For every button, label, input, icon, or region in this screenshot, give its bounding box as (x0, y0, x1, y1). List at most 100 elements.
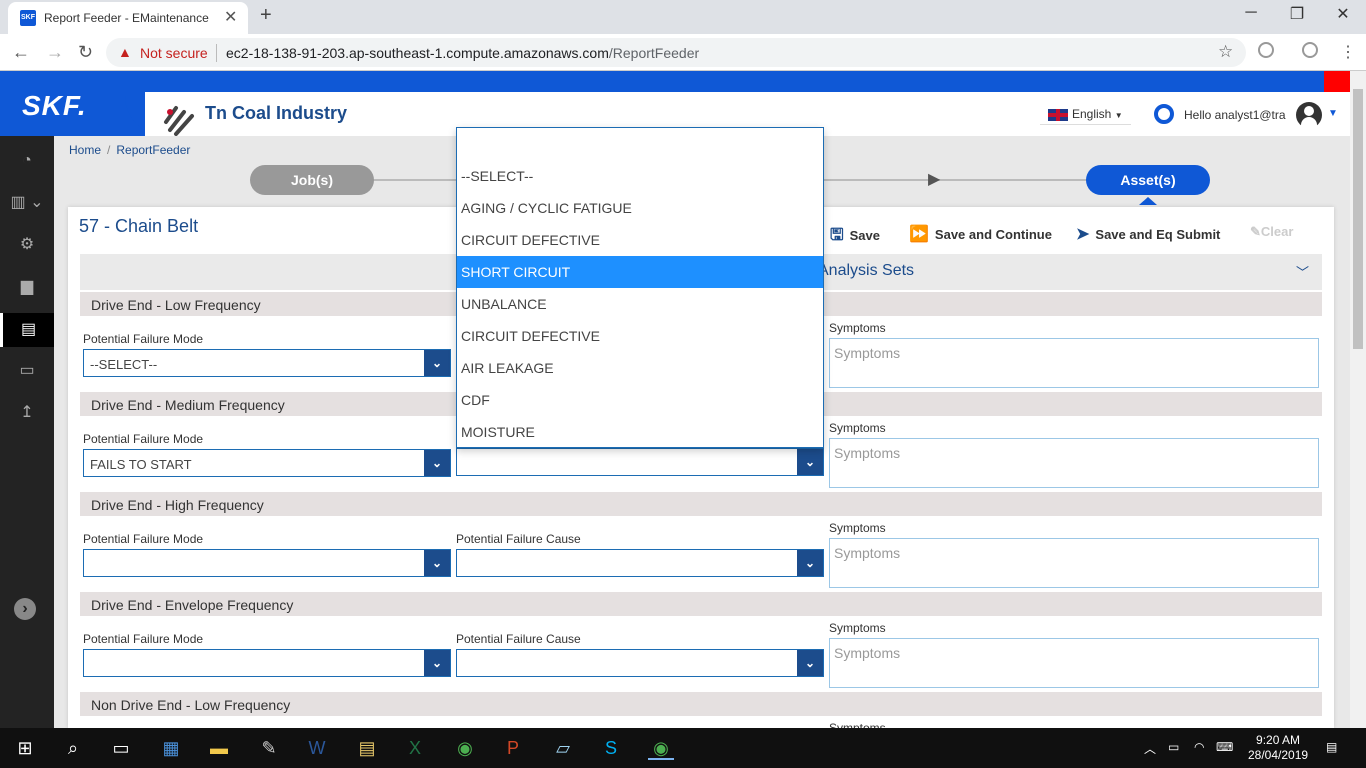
tray-chevron-icon[interactable]: ︿ (1144, 740, 1156, 757)
clear-button[interactable]: ✎Clear (1250, 224, 1293, 240)
failure-cause-select[interactable]: ⌄ (456, 549, 824, 577)
reload-icon[interactable]: ↻ (78, 42, 93, 63)
file-explorer-icon[interactable]: ▬ (206, 736, 232, 760)
monitor-icon[interactable]: ▭ (0, 354, 54, 388)
symptoms-field[interactable]: Symptoms (829, 538, 1319, 588)
chevron-down-icon: ⌄ (424, 550, 450, 576)
new-tab-icon[interactable]: + (260, 4, 272, 27)
save-submit-button[interactable]: ➤ Save and Eq Submit (1076, 224, 1220, 244)
keyboard-icon[interactable]: ⌨ (1216, 740, 1233, 754)
dropdown-option-highlighted[interactable]: SHORT CIRCUIT (457, 256, 823, 288)
section-header: Drive End - Envelope Frequency (80, 592, 1322, 616)
chrome-active-icon[interactable]: ◉ (648, 736, 674, 760)
task-view-icon[interactable]: ▭ (108, 736, 134, 760)
failure-mode-select[interactable]: ⌄ (83, 549, 451, 577)
dropdown-option[interactable]: UNBALANCE (457, 288, 823, 320)
wifi-icon[interactable]: ◠ (1194, 740, 1204, 754)
symptoms-field[interactable]: Symptoms (829, 338, 1319, 388)
taskbar-clock[interactable]: 9:20 AM 28/04/2019 (1248, 733, 1308, 763)
chevron-down-icon[interactable]: ﹀ (1296, 262, 1309, 281)
chrome-icon[interactable]: ◉ (452, 736, 478, 760)
dropdown-option[interactable]: AIR LEAKAGE (457, 352, 823, 384)
failure-mode-select[interactable]: FAILS TO START ⌄ (83, 449, 451, 477)
excel-icon[interactable]: X (402, 736, 428, 760)
symptoms-field[interactable]: Symptoms (829, 438, 1319, 488)
dropdown-option[interactable]: CIRCUIT DEFECTIVE (457, 320, 823, 352)
back-icon[interactable]: ← (12, 42, 30, 63)
chevron-down-icon: ⌄ (424, 650, 450, 676)
settings-cogs-icon[interactable]: ⚙ (0, 228, 54, 262)
dropdown-option[interactable]: AGING / CYCLIC FATIGUE (457, 192, 823, 224)
powerpoint-icon[interactable]: P (500, 736, 526, 760)
word-icon[interactable]: W (304, 736, 330, 760)
extension-icon[interactable] (1258, 42, 1274, 58)
bookmark-star-icon[interactable]: ☆ (1218, 42, 1233, 62)
symptoms-label: Symptoms (829, 721, 886, 728)
omnibox[interactable]: ▲ Not secure ec2-18-138-91-203.ap-southe… (106, 38, 1246, 67)
not-secure-label[interactable]: Not secure (140, 45, 208, 61)
step-jobs[interactable]: Job(s) (250, 165, 374, 195)
notifications-icon[interactable]: ▤ (1326, 740, 1337, 754)
forward-icon[interactable]: → (46, 42, 64, 63)
chevron-down-icon: ⌄ (424, 450, 450, 476)
dropdown-option[interactable]: --SELECT-- (457, 160, 823, 192)
network-app-icon[interactable]: ▦ (158, 736, 184, 760)
menu-kebab-icon[interactable]: ⋮ (1340, 42, 1356, 62)
search-icon[interactable]: ⌕ (60, 736, 86, 760)
save-submit-label: Save and Eq Submit (1095, 227, 1221, 242)
url-text[interactable]: ec2-18-138-91-203.ap-southeast-1.compute… (226, 45, 699, 61)
fast-forward-icon: ⏩ (909, 226, 929, 243)
step-pointer-icon (1139, 197, 1157, 205)
uk-flag-icon (1048, 108, 1068, 121)
dropdown-option[interactable]: MOISTURE (457, 416, 823, 448)
section-header: Drive End - High Frequency (80, 492, 1322, 516)
report-document-icon[interactable]: ▤ (0, 313, 54, 347)
maximize-icon[interactable]: ❐ (1282, 4, 1312, 24)
failure-mode-label: Potential Failure Mode (83, 532, 204, 546)
skype-icon[interactable]: S (598, 736, 624, 760)
profile-icon[interactable] (1302, 42, 1318, 58)
symptoms-field[interactable]: Symptoms (829, 638, 1319, 688)
user-menu-caret-icon[interactable]: ▼ (1328, 108, 1338, 119)
scrollbar-thumb[interactable] (1353, 89, 1363, 349)
breadcrumb-home[interactable]: Home (69, 143, 101, 157)
upload-icon[interactable]: ↥ (0, 396, 54, 430)
battery-icon[interactable]: ▭ (1168, 740, 1179, 754)
windows-start-icon[interactable]: ⊞ (12, 736, 38, 760)
breadcrumb-current[interactable]: ReportFeeder (116, 143, 190, 157)
user-avatar-icon[interactable] (1296, 102, 1322, 128)
chevron-down-icon: ⌄ (797, 550, 823, 576)
failure-mode-label: Potential Failure Mode (83, 332, 204, 346)
page-scrollbar[interactable] (1350, 71, 1366, 728)
save-button[interactable]: 🖫 Save (830, 224, 880, 251)
map-icon[interactable]: ▥ ⌄ (0, 186, 54, 220)
dashboard-icon[interactable]: ◔ (0, 144, 54, 178)
help-lifebuoy-icon[interactable] (1154, 104, 1174, 124)
dropdown-option[interactable]: CIRCUIT DEFECTIVE (457, 224, 823, 256)
failure-mode-select[interactable]: --SELECT-- ⌄ (83, 349, 451, 377)
failure-cause-dropdown-list: --SELECT-- AGING / CYCLIC FATIGUE CIRCUI… (456, 127, 824, 448)
save-continue-button[interactable]: ⏩ Save and Continue (909, 224, 1052, 244)
language-selector[interactable]: English ▼ (1040, 104, 1131, 125)
step-assets[interactable]: Asset(s) (1086, 165, 1210, 195)
symptoms-label: Symptoms (829, 521, 886, 535)
close-window-icon[interactable]: ✕ (1328, 4, 1358, 24)
symptoms-label: Symptoms (829, 321, 886, 335)
browser-tab[interactable]: SKF Report Feeder - EMaintenance ✕ (8, 2, 248, 34)
url-host: ec2-18-138-91-203.ap-southeast-1.compute… (226, 45, 609, 61)
dropdown-option[interactable]: CDF (457, 384, 823, 416)
failure-mode-select[interactable]: ⌄ (83, 649, 451, 677)
failure-cause-select[interactable]: ⌄ (456, 649, 824, 677)
paint-icon[interactable]: ✎ (256, 736, 282, 760)
skf-logo[interactable]: SKF. (22, 90, 87, 122)
document-app-icon[interactable]: ▱ (550, 736, 576, 760)
notepad-icon[interactable]: ▤ (354, 736, 380, 760)
failure-cause-select-open[interactable]: ⌄ (456, 448, 824, 476)
minimize-icon[interactable]: ─ (1236, 4, 1266, 22)
company-name: Tn Coal Industry (205, 103, 348, 123)
tab-close-icon[interactable]: ✕ (224, 7, 237, 27)
chevron-down-icon: ⌄ (424, 350, 450, 376)
briefcase-icon[interactable]: ▆ (0, 270, 54, 304)
red-corner-block (1324, 71, 1350, 92)
expand-sidebar-icon[interactable]: › (14, 598, 36, 620)
